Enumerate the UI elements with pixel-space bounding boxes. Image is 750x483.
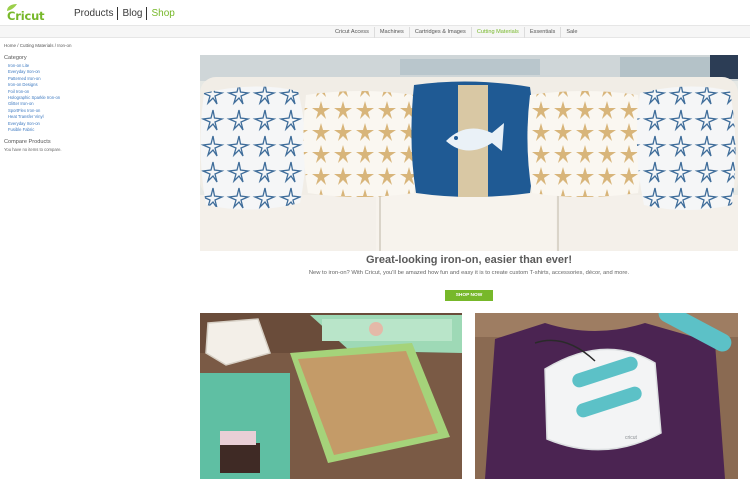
subnav-cricut-access[interactable]: Cricut Access (330, 27, 374, 38)
category-subnav: Cricut Access Machines Cartridges & Imag… (0, 25, 750, 38)
sidebar-item-fusible-fabric[interactable]: Fusible Fabric (4, 127, 79, 133)
subnav-machines[interactable]: Machines (373, 27, 409, 38)
cricut-logo[interactable]: Cricut (6, 3, 46, 23)
hero-banner-image[interactable] (200, 55, 738, 251)
subnav-cartridges-images[interactable]: Cartridges & Images (408, 27, 471, 38)
nav-shop[interactable]: Shop (147, 8, 178, 19)
logo-wordmark: Cricut (7, 9, 45, 23)
site-header: Cricut Products Blog Shop (0, 0, 750, 26)
main-nav: Products Blog Shop (70, 7, 179, 20)
nav-blog[interactable]: Blog (118, 8, 146, 19)
subnav-sale[interactable]: Sale (560, 27, 582, 38)
subnav-cutting-materials[interactable]: Cutting Materials (470, 27, 524, 38)
subnav-essentials[interactable]: Essentials (523, 27, 561, 38)
cutting-machine-image[interactable] (200, 313, 462, 479)
heat-press-shirt-illustration: cricut (475, 313, 738, 479)
breadcrumb[interactable]: Home / Cutting Materials / Iron-on (4, 43, 72, 48)
nav-products[interactable]: Products (70, 8, 117, 19)
compare-products-heading: Compare Products (4, 139, 51, 146)
machine-and-mat-illustration (200, 313, 462, 479)
compare-products-note: You have no items to compare. (4, 147, 62, 153)
easypress-image[interactable]: cricut (475, 313, 738, 479)
sofa-pillows-illustration (200, 55, 738, 251)
sidebar: Category Iron-on Lite Everyday Iron-on P… (4, 55, 79, 152)
promo-description: New to iron-on? With Cricut, you'll be a… (308, 270, 630, 276)
press-brand-label: cricut (625, 435, 638, 441)
promo-headline: Great-looking iron-on, easier than ever! (366, 254, 572, 266)
category-heading: Category (4, 55, 27, 61)
shop-now-button[interactable]: SHOP NOW (445, 290, 493, 301)
